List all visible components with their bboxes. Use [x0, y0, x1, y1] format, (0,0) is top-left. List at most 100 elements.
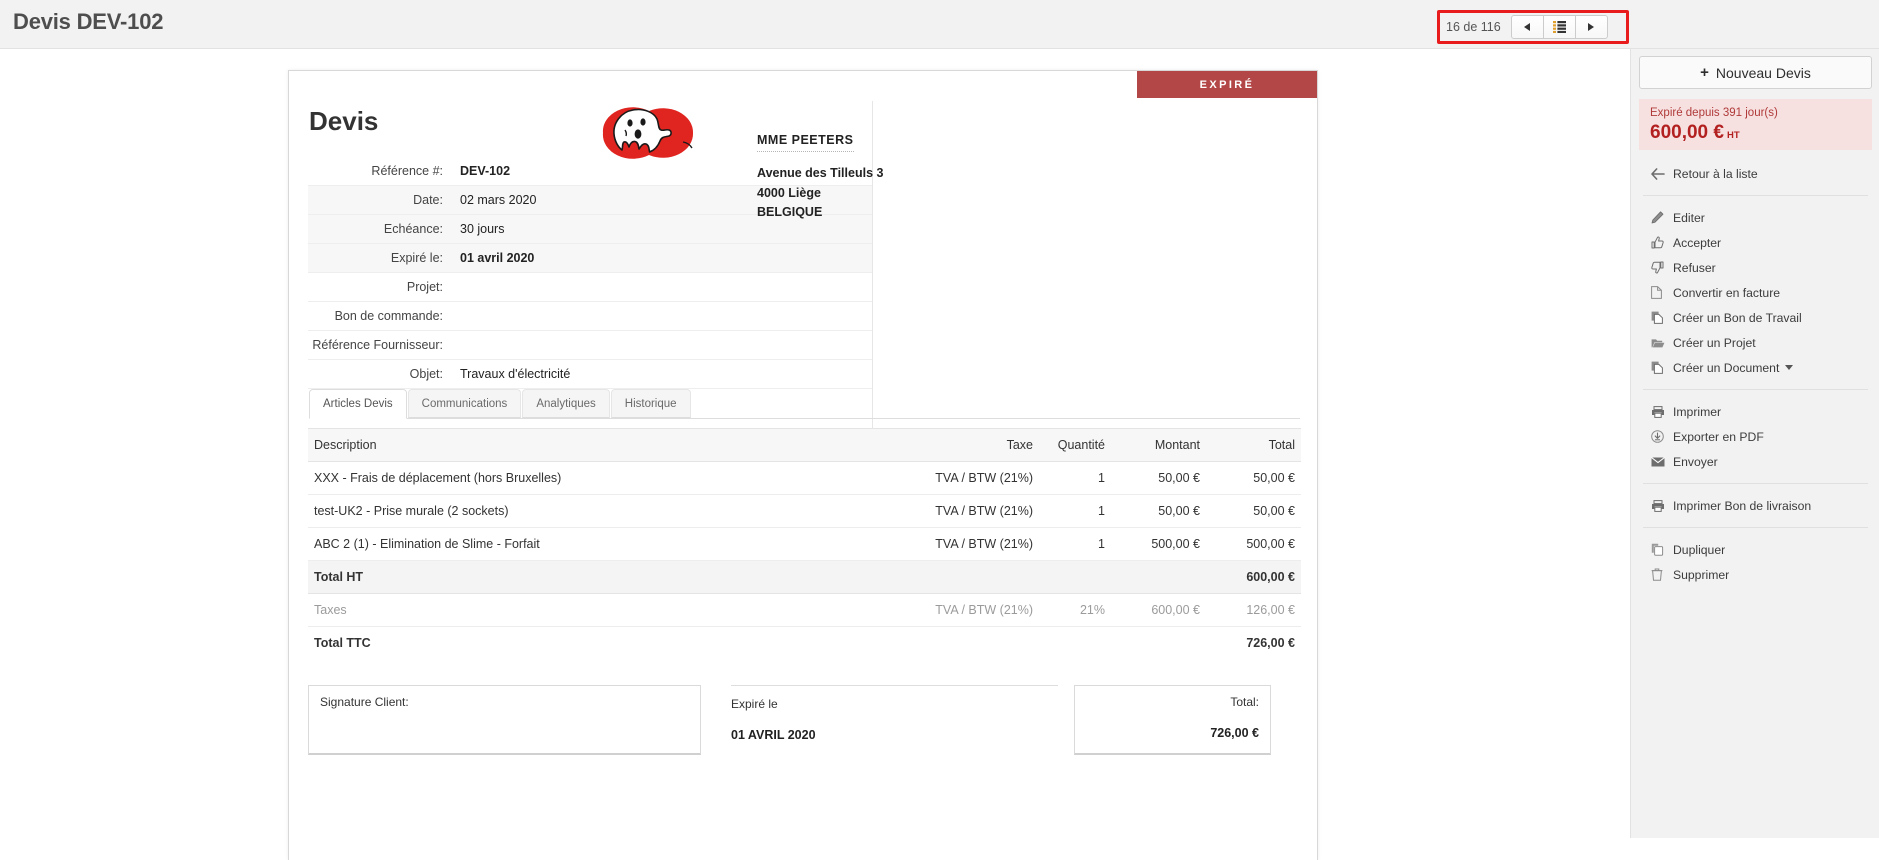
- cell-total: 50,00 €: [1206, 461, 1301, 495]
- expiry-box: Expiré le 01 AVRIL 2020: [731, 685, 1058, 755]
- field-value: [453, 302, 872, 331]
- taxes-value: 126,00 €: [1206, 593, 1301, 627]
- total-ttc-spacer-qte: [1039, 627, 1111, 660]
- total-box: Total: 726,00 €: [1074, 685, 1271, 755]
- table-row[interactable]: ABC 2 (1) - Elimination de Slime - Forfa…: [308, 527, 1301, 561]
- field-value: Travaux d'électricité: [460, 367, 571, 381]
- field-row: Référence Fournisseur:: [308, 331, 872, 360]
- taxes-base: 600,00 €: [1111, 593, 1206, 627]
- sidebar-item-label: Créer un Bon de Travail: [1673, 310, 1802, 325]
- sidebar-item-dupliquer[interactable]: Dupliquer: [1631, 537, 1879, 562]
- table-row[interactable]: XXX - Frais de déplacement (hors Bruxell…: [308, 461, 1301, 495]
- sidebar-item-label: Imprimer: [1673, 404, 1722, 419]
- amount-value: 600,00 €: [1650, 122, 1724, 143]
- envelope-icon: [1651, 456, 1673, 467]
- sidebar-item-convertir-en-facture[interactable]: Convertir en facture: [1631, 280, 1879, 305]
- ghostbusters-logo: [597, 103, 699, 159]
- customer-address-line-3: BELGIQUE: [757, 205, 823, 220]
- sidebar-item-envoyer[interactable]: Envoyer: [1631, 449, 1879, 474]
- sidebar-item-label: Refuser: [1673, 260, 1716, 275]
- menu-separator: [1643, 195, 1868, 196]
- tab-analytiques[interactable]: Analytiques: [522, 389, 610, 418]
- total-ttc-value: 726,00 €: [1246, 636, 1295, 650]
- customer-address-line-2: 4000 Liège: [757, 185, 821, 200]
- total-ht-row: Total HT 600,00 €: [308, 560, 1301, 594]
- pager-prev-button[interactable]: [1510, 15, 1544, 39]
- list-icon: [1552, 21, 1566, 33]
- field-row: Objet: Travaux d'électricité: [308, 360, 872, 389]
- table-row[interactable]: test-UK2 - Prise murale (2 sockets) TVA …: [308, 494, 1301, 528]
- field-label: Echéance:: [383, 222, 443, 236]
- tab-articles-devis[interactable]: Articles Devis: [309, 389, 407, 419]
- menu-separator: [1643, 389, 1868, 390]
- column-header-montant: Montant: [1111, 428, 1206, 462]
- triangle-left-icon: [1524, 23, 1531, 31]
- printer-icon: [1651, 405, 1673, 418]
- pager-count: 16 de 116: [1446, 20, 1501, 34]
- expiry-value: 01 AVRIL 2020: [731, 728, 816, 742]
- copy-icon: [1651, 311, 1673, 324]
- expiry-notice: Expiré depuis 391 jour(s): [1650, 107, 1778, 119]
- sidebar-item-creer-document[interactable]: Créer un Document: [1631, 355, 1879, 380]
- items-header-row: Description Taxe Quantité Montant Total: [308, 428, 1301, 462]
- thumbs-down-icon: [1651, 261, 1673, 274]
- sidebar-item-accepter[interactable]: Accepter: [1631, 230, 1879, 255]
- trash-icon: [1651, 568, 1673, 581]
- taxes-row: Taxes TVA / BTW (21%) 21% 600,00 € 126,0…: [308, 593, 1301, 627]
- content-area: EXPIRÉ Devis Référence #: DEV-102 Date: …: [0, 49, 1630, 860]
- menu-separator: [1643, 483, 1868, 484]
- sidebar-item-creer-bon-de-travail[interactable]: Créer un Bon de Travail: [1631, 305, 1879, 330]
- status-badge: EXPIRÉ: [1137, 71, 1317, 98]
- cell-total: 500,00 €: [1206, 527, 1301, 561]
- document-tabs: Articles Devis Communications Analytique…: [309, 389, 1300, 419]
- printer-icon: [1651, 499, 1673, 512]
- sidebar-item-label: Créer un Document: [1673, 360, 1780, 375]
- sidebar-item-exporter-pdf[interactable]: Exporter en PDF: [1631, 424, 1879, 449]
- sidebar-item-supprimer[interactable]: Supprimer: [1631, 562, 1879, 587]
- total-ht-label: Total HT: [308, 560, 911, 594]
- sidebar-item-refuser[interactable]: Refuser: [1631, 255, 1879, 280]
- new-quote-button[interactable]: + Nouveau Devis: [1639, 56, 1872, 89]
- field-label: Référence Fournisseur:: [312, 338, 443, 352]
- signature-box[interactable]: Signature Client:: [308, 685, 701, 755]
- menu-separator: [1643, 527, 1868, 528]
- cell-taxe: TVA / BTW (21%): [911, 527, 1039, 561]
- pencil-icon: [1651, 211, 1673, 224]
- tab-historique[interactable]: Historique: [610, 389, 691, 418]
- sidebar-item-editer[interactable]: Editer: [1631, 205, 1879, 230]
- signature-label: Signature Client:: [320, 695, 409, 709]
- sidebar-item-creer-projet[interactable]: Créer un Projet: [1631, 330, 1879, 355]
- total-ht-spacer-qte: [1039, 560, 1111, 594]
- sidebar-item-label: Exporter en PDF: [1673, 429, 1764, 444]
- sidebar-item-label: Dupliquer: [1673, 542, 1726, 557]
- pager-list-button[interactable]: [1542, 15, 1576, 39]
- quote-document-card: EXPIRÉ Devis Référence #: DEV-102 Date: …: [288, 70, 1318, 860]
- field-value: [453, 273, 872, 302]
- column-header-description: Description: [308, 428, 911, 462]
- sidebar-item-back-to-list[interactable]: Retour à la liste: [1631, 161, 1879, 186]
- document-footer: Signature Client: Expiré le 01 AVRIL 202…: [308, 685, 1301, 755]
- folder-open-icon: [1651, 337, 1673, 349]
- sidebar-item-label: Imprimer Bon de livraison: [1673, 498, 1812, 513]
- tab-communications[interactable]: Communications: [407, 389, 522, 418]
- sidebar-item-label: Accepter: [1673, 235, 1722, 250]
- sidebar-item-imprimer[interactable]: Imprimer: [1631, 399, 1879, 424]
- total-ttc-label: Total TTC: [314, 636, 371, 650]
- page-title: Devis DEV-102: [13, 9, 164, 34]
- pager-next-button[interactable]: [1574, 15, 1608, 39]
- sidebar-item-label: Supprimer: [1673, 567, 1730, 582]
- customer-name[interactable]: MME PEETERS: [757, 131, 854, 153]
- duplicate-icon: [1651, 543, 1673, 556]
- cell-description: test-UK2 - Prise murale (2 sockets): [308, 494, 911, 528]
- total-ttc-row: Total TTC 726,00 €: [308, 627, 1301, 660]
- plus-icon: +: [1700, 64, 1709, 81]
- sidebar-item-imprimer-bon-de-livraison[interactable]: Imprimer Bon de livraison: [1631, 493, 1879, 518]
- action-sidebar: + Nouveau Devis Expiré depuis 391 jour(s…: [1630, 49, 1879, 838]
- taxes-rate: 21%: [1039, 593, 1111, 627]
- sidebar-menu: Retour à la liste Editer Accepter Refuse…: [1631, 161, 1879, 587]
- footer-total-value: 726,00 €: [1210, 726, 1259, 740]
- sidebar-item-label: Convertir en facture: [1673, 285, 1781, 300]
- cell-quantite: 1: [1039, 461, 1111, 495]
- cell-taxe: TVA / BTW (21%): [911, 494, 1039, 528]
- amount-value-wrap: 600,00 € HT: [1650, 122, 1861, 144]
